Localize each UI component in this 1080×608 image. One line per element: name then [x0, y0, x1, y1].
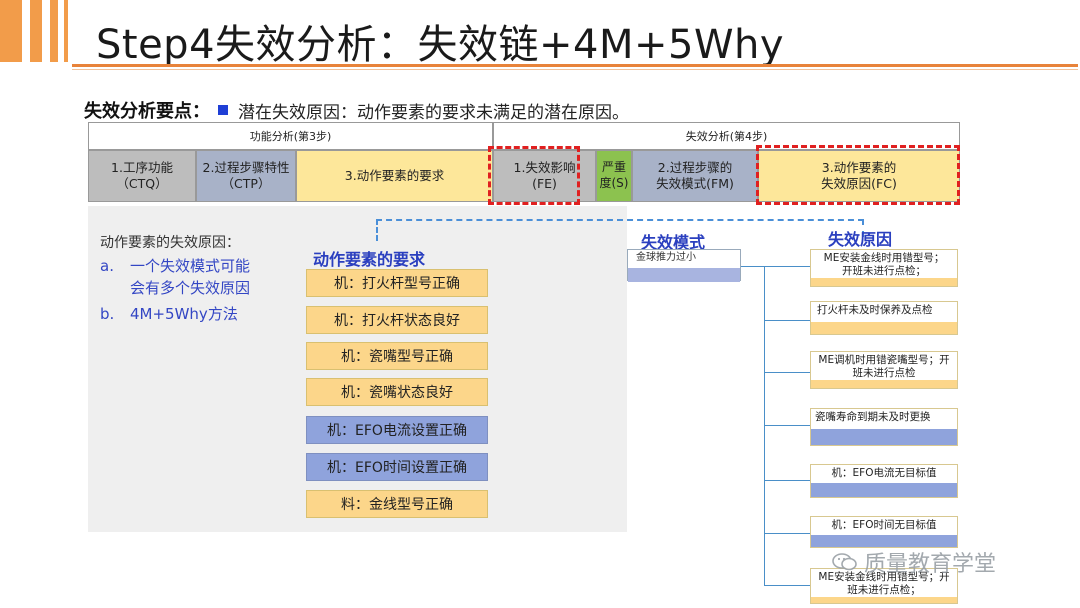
failure-mode-text: 金球推力过小: [628, 250, 740, 268]
causes-title: 动作要素的失效原因：: [100, 235, 240, 251]
requirement-item: 料：金线型号正确: [306, 490, 488, 518]
failure-cause-item: 瓷嘴寿命到期未及时更换: [810, 408, 958, 446]
requirement-item: 机：瓷嘴状态良好: [306, 378, 488, 406]
failure-cause-item: 机：EFO时间无目标值: [810, 516, 958, 548]
title-underline: [72, 64, 1078, 67]
failure-cause-item: ME安装金线时用错型号；开班未进行点检；: [810, 249, 958, 287]
tree-branch: [764, 320, 810, 321]
square-bullet-icon: [218, 105, 228, 115]
tree-branch: [764, 533, 810, 534]
requirement-item: 机：打火杆状态良好: [306, 306, 488, 334]
connector-dashed-left: [376, 219, 378, 241]
requirement-item: 机：打火杆型号正确: [306, 269, 488, 297]
header-col-element-requirement: 3.动作要素的要求: [296, 150, 493, 202]
causes-item-a: a. 一个失效模式可能 会有多个失效原因: [100, 257, 251, 297]
key-points: 失效分析要点： 潜在失效原因：动作要素的要求未满足的潜在原因。: [84, 97, 629, 123]
failure-cause-item: 机：EFO电流无目标值: [810, 464, 958, 498]
header-col-process-function: 1.工序功能 （CTQ）: [88, 150, 196, 202]
failure-causes-title: 失效原因: [828, 230, 893, 249]
tree-branch: [764, 480, 810, 481]
failure-cause-item: 打火杆未及时保养及点检: [810, 301, 958, 335]
watermark: 质量教育学堂: [832, 546, 996, 578]
tree-branch: [764, 372, 810, 373]
tree-branch: [764, 585, 810, 586]
title-stripe-2: [30, 0, 42, 62]
failure-cause-item: ME调机时用错瓷嘴型号；开 班未进行点检: [810, 351, 958, 389]
key-points-text: 潜在失效原因：动作要素的要求未满足的潜在原因。: [238, 102, 629, 123]
requirements-title: 动作要素的要求: [313, 250, 426, 269]
key-points-label: 失效分析要点：: [84, 101, 210, 122]
title-stripe-4: [64, 0, 68, 62]
tree-branch: [764, 266, 810, 267]
header-col-failure-mode: 2.过程步骤的 失效模式(FM): [632, 150, 758, 202]
connector-dashed-horizontal: [376, 219, 864, 221]
tree-connector-root: [741, 266, 765, 267]
requirement-item: 机：EFO电流设置正确: [306, 416, 488, 444]
tree-connector-vertical: [764, 266, 765, 586]
title-stripe-1: [0, 0, 22, 62]
page-title: Step4失效分析：失效链+4M+5Why: [96, 22, 785, 68]
causes-item-b: b. 4M+5Why方法: [100, 305, 238, 323]
highlight-failure-effect: [488, 146, 580, 205]
watermark-text: 质量教育学堂: [864, 552, 997, 577]
requirement-item: 机：EFO时间设置正确: [306, 453, 488, 481]
wechat-icon: [832, 553, 857, 571]
header-function-analysis: 功能分析(第3步): [88, 122, 493, 150]
tree-branch: [764, 425, 810, 426]
header-col-severity: 严重 度(S): [596, 150, 632, 202]
highlight-failure-cause: [756, 145, 960, 205]
failure-mode-bar: [628, 268, 740, 282]
failure-mode-box: 金球推力过小: [627, 249, 741, 282]
header-col-step-characteristic: 2.过程步骤特性 （CTP）: [196, 150, 296, 202]
title-underline-thin: [72, 69, 1078, 70]
title-stripe-3: [50, 0, 58, 62]
requirement-item: 机：瓷嘴型号正确: [306, 342, 488, 370]
